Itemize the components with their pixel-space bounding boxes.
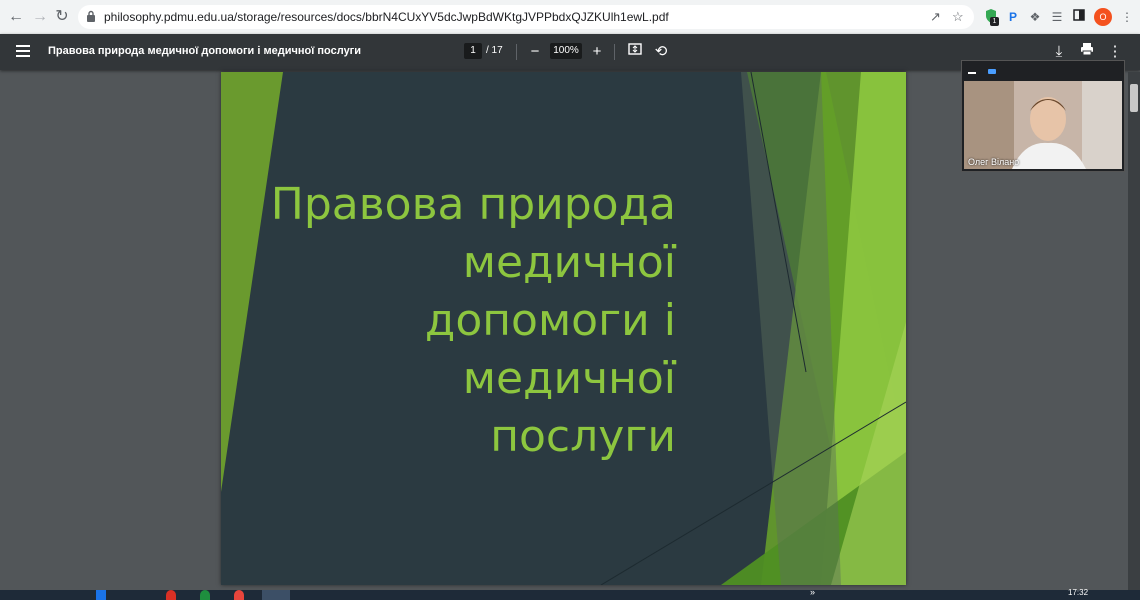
camera-icon[interactable]: [988, 69, 996, 74]
address-bar[interactable]: philosophy.pdmu.edu.ua/storage/resources…: [78, 5, 974, 29]
slide-title-line: допомоги і: [424, 295, 676, 346]
puzzle-icon[interactable]: ❖: [1026, 8, 1044, 26]
toolbar-divider: [516, 44, 517, 60]
rotate-icon[interactable]: ⟲: [652, 42, 670, 62]
participant-video: Олег Вілано: [964, 81, 1122, 169]
url-text: philosophy.pdmu.edu.ua/storage/resources…: [104, 10, 669, 24]
slide-title-line: медичної: [462, 353, 676, 404]
download-icon[interactable]: ⤓: [1050, 42, 1068, 62]
fit-page-icon[interactable]: [626, 42, 644, 62]
slide-title-line: медичної: [462, 237, 676, 288]
menu-icon[interactable]: [16, 45, 30, 59]
slide-title-line: Правова природа: [270, 179, 676, 230]
zoom-input[interactable]: 100%: [550, 43, 582, 59]
taskbar-clock: 17:32: [1068, 588, 1089, 597]
taskbar-chevron-icon[interactable]: »: [810, 587, 815, 597]
scroll-thumb[interactable]: [1130, 84, 1138, 112]
share-icon[interactable]: ↗: [930, 9, 941, 25]
scrollbar[interactable]: [1128, 72, 1140, 590]
star-icon[interactable]: ☆: [952, 9, 964, 25]
print-icon[interactable]: [1078, 42, 1096, 62]
slide-title: Правова природа медичної допомоги і меди…: [221, 176, 676, 466]
taskbar-app-icon[interactable]: [200, 590, 210, 600]
toolbar-divider: [614, 44, 615, 60]
pdf-page: Правова природа медичної допомоги і меди…: [221, 72, 906, 585]
more-icon[interactable]: ⋮: [1118, 8, 1136, 26]
forward-icon[interactable]: →: [30, 7, 50, 27]
page-total: / 17: [486, 45, 503, 56]
sidepanel-icon[interactable]: [1070, 8, 1088, 26]
zoom-out-icon[interactable]: −: [526, 42, 544, 62]
profile-avatar[interactable]: O: [1094, 8, 1112, 26]
page-number-input[interactable]: 1: [464, 43, 482, 59]
minimize-icon[interactable]: [968, 72, 976, 74]
document-title: Правова природа медичної допомоги і меди…: [48, 45, 362, 57]
video-call-overlay[interactable]: Олег Вілано: [961, 60, 1125, 172]
zoom-in-icon[interactable]: +: [588, 42, 606, 62]
media-icon[interactable]: ☰: [1048, 8, 1066, 26]
taskbar: » 17:32: [0, 587, 1140, 600]
extension-badge: 1: [990, 17, 999, 26]
taskbar-app-icon[interactable]: [166, 590, 176, 600]
reload-icon[interactable]: ↻: [52, 7, 72, 27]
taskbar-app-icon[interactable]: [96, 590, 106, 600]
p-extension-icon[interactable]: P: [1004, 8, 1022, 26]
browser-toolbar: ← → ↻ philosophy.pdmu.edu.ua/storage/res…: [0, 0, 1140, 35]
participant-name: Олег Вілано: [968, 157, 1020, 167]
pdf-more-icon[interactable]: ⋮: [1106, 42, 1124, 62]
extension-icon[interactable]: 1: [982, 8, 1000, 26]
taskbar-app-icon[interactable]: [262, 590, 290, 600]
lock-icon: [87, 10, 95, 22]
video-controls: [962, 61, 1124, 81]
back-icon[interactable]: ←: [6, 7, 26, 27]
slide-title-line: послуги: [490, 411, 676, 462]
taskbar-app-icon[interactable]: [234, 590, 244, 600]
